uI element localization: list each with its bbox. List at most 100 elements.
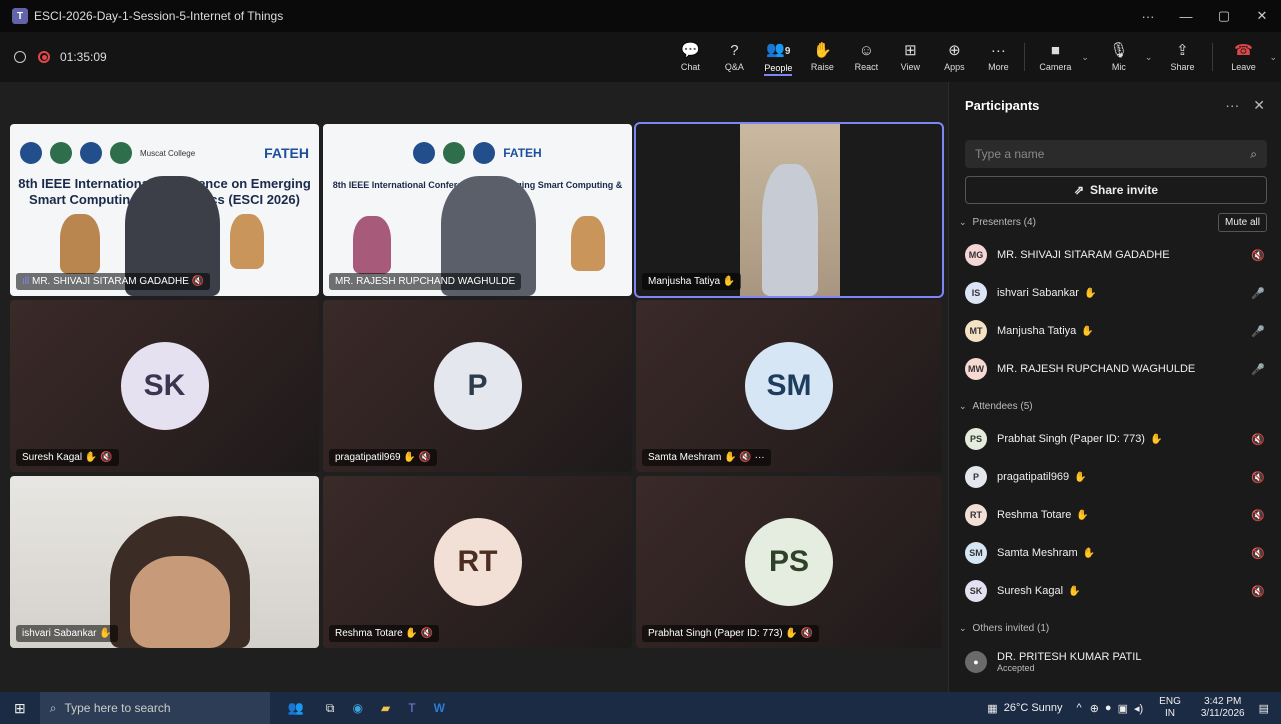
close-icon[interactable]: ✕ [1253,97,1265,114]
task-view-icon[interactable]: ⧉ [326,701,335,716]
minimize-button[interactable]: — [1167,9,1205,24]
video-tile-samta-meshram[interactable]: SM Samta Meshram ✋ 🔇 ··· [636,300,942,472]
video-tile-prabhat-singh[interactable]: PS Prabhat Singh (Paper ID: 773) ✋ 🔇 [636,476,942,648]
avatar: MW [965,358,987,380]
tile-name-label: Manjusha Tatiya ✋ [642,273,742,290]
participant-row[interactable]: PS Prabhat Singh (Paper ID: 773) ✋ 🔇 [949,420,1281,458]
more-options-icon[interactable]: ··· [755,452,765,463]
raised-hand-icon: ✋ [1149,433,1163,445]
others-invited-section-header[interactable]: ⌄ Others invited (1) [949,614,1281,642]
tile-name: Suresh Kagal [22,452,83,463]
windows-start-icon[interactable]: ⊞ [14,700,26,717]
avatar: IS [965,282,987,304]
region-code: IN [1165,708,1175,719]
participant-row[interactable]: SK Suresh Kagal ✋ 🔇 [949,572,1281,610]
display-icon[interactable]: ▣ [1118,702,1128,715]
raised-hand-icon: ✋ [1074,471,1087,483]
logo-icon [80,142,102,164]
react-button[interactable]: ☺ React [844,32,888,82]
mic-muted-icon[interactable]: 🔇 [1251,433,1265,446]
mic-icon[interactable]: 🎤 [1251,363,1265,376]
mic-muted-icon[interactable]: 🔇 [1251,509,1265,522]
apps-button[interactable]: ⊕ Apps [932,32,976,82]
mute-all-button[interactable]: Mute all [1217,212,1267,232]
mic-icon[interactable]: 🎤 [1251,287,1265,300]
camera-button[interactable]: ■ Camera [1029,32,1081,82]
panel-title: Participants [965,97,1040,113]
language-indicator[interactable]: ENG IN [1159,696,1181,720]
notifications-icon[interactable]: ▤ [1259,702,1269,715]
video-tile-reshma-totare[interactable]: RT Reshma Totare ✋ 🔇 [323,476,632,648]
raise-hand-icon: ✋ [813,41,832,59]
edge-browser-icon[interactable]: ◉ [353,701,363,715]
mic-options-chevron-icon[interactable]: ⌄ [1145,52,1153,63]
mic-muted-icon[interactable]: 🔇 [1251,471,1265,484]
qa-button[interactable]: ? Q&A [712,32,756,82]
leave-options-chevron-icon[interactable]: ⌄ [1269,52,1277,63]
participant-row[interactable]: Ppragatipatil969 ✋ 🔇 [949,458,1281,496]
attendees-section-header[interactable]: ⌄ Attendees (5) [949,392,1281,420]
video-tile-suresh-kagal[interactable]: SK Suresh Kagal ✋ 🔇 [10,300,319,472]
chevron-down-icon: ⌄ [959,400,967,411]
participant-row[interactable]: MW MR. RAJESH RUPCHAND WAGHULDE 🎤 [949,350,1281,388]
conference-short-name: (ESCI 2026) [228,192,300,207]
participant-row[interactable]: MG MR. SHIVAJI SITARAM GADADHE 🔇 [949,236,1281,274]
logo-icon [473,142,496,164]
window-more-button[interactable]: ··· [1129,9,1167,24]
ellipsis-icon: ··· [990,41,1006,59]
weather-text[interactable]: 26°C Sunny [1004,702,1063,714]
maximize-button[interactable]: ▢ [1205,8,1243,24]
clock[interactable]: 3:42 PM 3/11/2026 [1201,696,1245,720]
tile-name: Samta Meshram [648,452,722,463]
teams-app-icon[interactable]: T [408,701,415,715]
network-icon[interactable]: ⊕ [1090,702,1099,715]
share-button[interactable]: ⇪ Share [1156,32,1208,82]
video-tile-waghulde[interactable]: FATEH 8th IEEE International Conference … [323,124,632,296]
video-tile-tatiya[interactable]: Manjusha Tatiya ✋ [634,122,944,298]
presenters-section-header[interactable]: ⌄ Presenters (4) Mute all [949,208,1281,236]
mic-icon[interactable]: ● [1105,702,1112,714]
participant-name: Manjusha Tatiya [997,325,1077,337]
video-tile-ishvari[interactable]: ishvari Sabankar ✋ [10,476,319,648]
mic-button[interactable]: 🎙 Mic [1093,32,1145,82]
qa-icon: ? [730,41,739,59]
file-explorer-icon[interactable]: ▰ [381,701,390,715]
clock-time: 3:42 PM [1204,696,1242,707]
leave-label: Leave [1231,61,1256,72]
people-button[interactable]: 👥9 People [756,32,800,82]
avatar: RT [965,504,987,526]
sponsor-logo-text: FATEH [503,146,542,160]
more-label: More [988,61,1009,72]
tile-name: Reshma Totare [335,628,403,639]
tray-overflow-chevron-icon[interactable]: ^ [1077,702,1082,714]
participant-row[interactable]: IS ishvari Sabankar ✋ 🎤 [949,274,1281,312]
video-tile-gadadhe[interactable]: Muscat College FATEH 8th IEEE Internatio… [10,124,319,296]
participant-row[interactable]: RT Reshma Totare ✋ 🔇 [949,496,1281,534]
mic-muted-icon[interactable]: 🔇 [1251,547,1265,560]
word-app-icon[interactable]: W [434,701,445,715]
ellipsis-icon[interactable]: ··· [1225,97,1239,114]
participant-row[interactable]: ● DR. PRITESH KUMAR PATIL Accepted [949,642,1281,682]
leave-button[interactable]: ☎ Leave [1217,32,1269,82]
share-invite-button[interactable]: ⇗ Share invite [965,176,1267,204]
speaker-icon[interactable]: ◂) [1134,702,1143,715]
mic-muted-icon[interactable]: 🔇 [1251,585,1265,598]
participant-row[interactable]: MT Manjusha Tatiya ✋ 🎤 [949,312,1281,350]
mic-icon[interactable]: 🎤 [1251,325,1265,338]
close-window-button[interactable]: ✕ [1243,8,1281,24]
video-tile-pragatipatil969[interactable]: P pragatipatil969 ✋ 🔇 [323,300,632,472]
mic-muted-icon[interactable]: 🔇 [1251,249,1265,262]
raised-hand-icon: ✋ [1081,325,1094,337]
participant-name: Suresh Kagal [997,585,1064,597]
chat-button[interactable]: 💬 Chat [668,32,712,82]
participant-row[interactable]: SM Samta Meshram ✋ 🔇 [949,534,1281,572]
more-button[interactable]: ··· More [976,32,1020,82]
taskbar-search-input[interactable]: ⌕ Type here to search [39,692,270,724]
participant-search-input[interactable]: Type a name ⌕ [965,140,1267,168]
news-widget-icon[interactable]: 👥 [288,700,304,716]
speaker-video [762,164,818,296]
mic-muted-icon: 🔇 [418,452,432,463]
view-button[interactable]: ⊞ View [888,32,932,82]
raise-hand-button[interactable]: ✋ Raise [800,32,844,82]
camera-options-chevron-icon[interactable]: ⌄ [1081,52,1089,63]
